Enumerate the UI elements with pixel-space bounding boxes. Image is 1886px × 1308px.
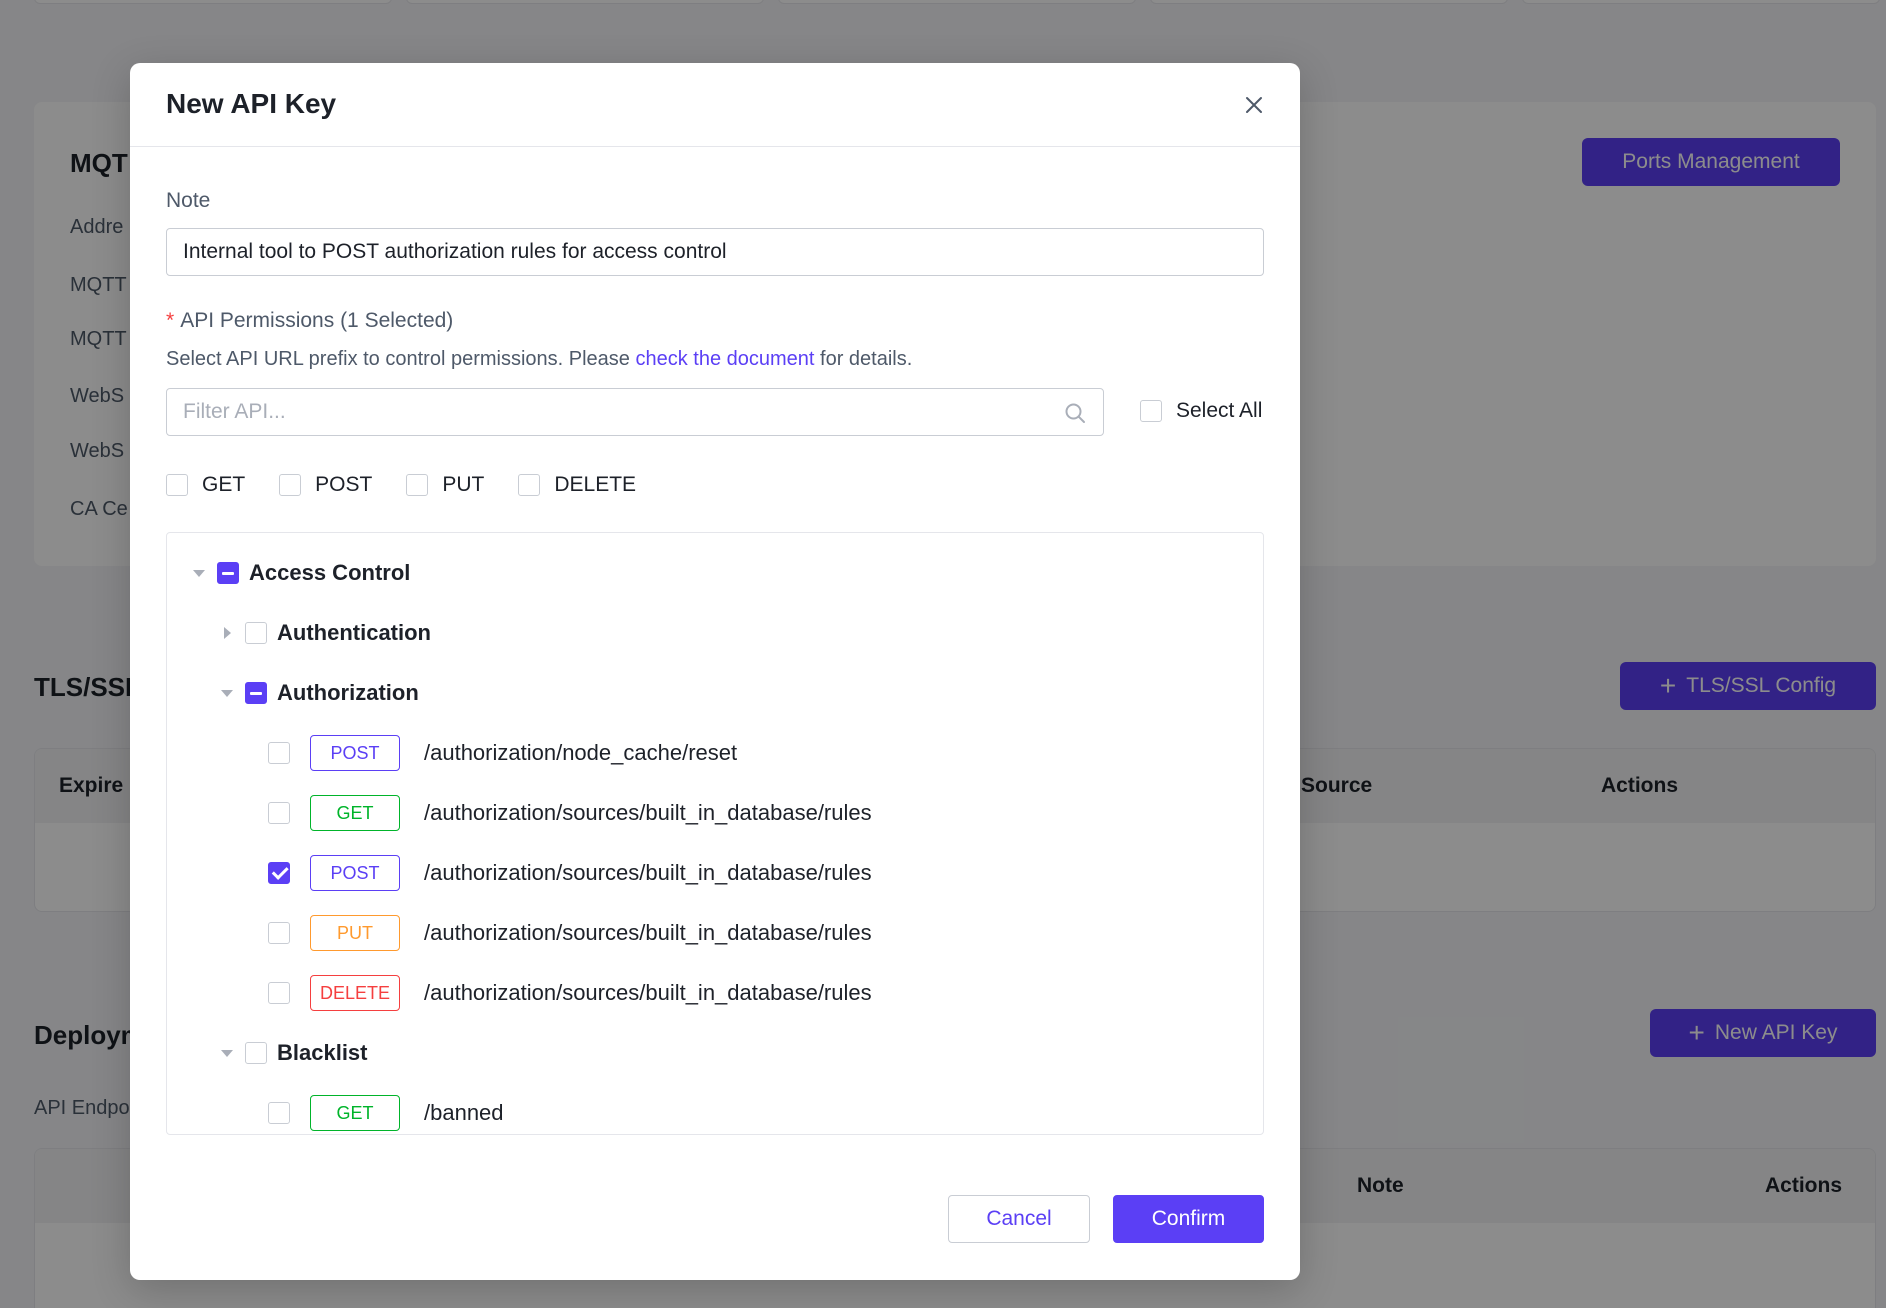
tree-leaf-api[interactable]: GET /authorization/sources/built_in_data…	[167, 793, 1263, 833]
api-permissions-text: API Permissions (1 Selected)	[180, 309, 454, 332]
tree-node-access-control[interactable]: Access Control	[167, 553, 1263, 593]
tree-node-authentication[interactable]: Authentication	[167, 613, 1263, 653]
method-filter-get-box[interactable]	[166, 474, 188, 496]
method-filter-get-label: GET	[202, 473, 246, 496]
filter-api-field	[166, 388, 1104, 436]
api-checkbox[interactable]	[268, 802, 290, 824]
required-mark: *	[166, 309, 175, 332]
tree-node-label: Authentication	[277, 620, 431, 645]
select-all-box[interactable]	[1140, 400, 1162, 422]
api-permissions-label: * API Permissions (1 Selected)	[166, 309, 453, 333]
close-icon	[1246, 97, 1262, 113]
caret-right-icon[interactable]	[215, 621, 239, 645]
caret-down-icon[interactable]	[215, 1041, 239, 1065]
permissions-help-text: Select API URL prefix to control permiss…	[166, 348, 912, 371]
method-filter-delete-box[interactable]	[518, 474, 541, 496]
caret-down-icon[interactable]	[215, 681, 239, 705]
new-api-key-dialog: New API Key Note *API Permissions (1 Sel…	[130, 63, 1300, 1280]
tree-node-label: Access Control	[249, 560, 411, 585]
method-tag-get: GET	[310, 795, 400, 831]
api-checkbox[interactable]	[268, 1102, 290, 1124]
method-filter-delete[interactable]: DELETE	[518, 473, 636, 497]
dialog-header: New API Key	[130, 63, 1300, 147]
api-path: /banned	[424, 1100, 504, 1125]
close-button[interactable]	[1238, 89, 1270, 121]
method-filter-put-box[interactable]	[406, 474, 429, 496]
method-filter-put[interactable]: PUT	[406, 473, 484, 497]
method-filter-get[interactable]: GET	[166, 473, 245, 497]
tree-node-label: Blacklist	[277, 1040, 368, 1065]
api-permission-tree: Access Control Authentication Authorizat…	[166, 532, 1264, 1135]
tree-leaf-api[interactable]: PUT /authorization/sources/built_in_data…	[167, 913, 1263, 953]
tree-leaf-api[interactable]: POST /authorization/sources/built_in_dat…	[167, 853, 1263, 893]
api-path: /authorization/node_cache/reset	[424, 740, 738, 765]
api-path: /authorization/sources/built_in_database…	[424, 800, 872, 825]
blacklist-checkbox[interactable]	[245, 1042, 267, 1064]
method-filter-post[interactable]: POST	[279, 473, 372, 497]
help-prefix: Select API URL prefix to control permiss…	[166, 348, 636, 370]
method-filter-post-box[interactable]	[279, 474, 302, 496]
tree-leaf-api[interactable]: POST /authorization/node_cache/reset	[167, 733, 1263, 773]
api-path: /authorization/sources/built_in_database…	[424, 920, 872, 945]
method-filter-group: GET POST PUT DELETE	[166, 473, 670, 497]
api-checkbox[interactable]	[268, 742, 290, 764]
api-checkbox[interactable]	[268, 862, 290, 884]
api-path: /authorization/sources/built_in_database…	[424, 980, 872, 1005]
tree-node-authorization[interactable]: Authorization	[167, 673, 1263, 713]
method-tag-post: POST	[310, 855, 400, 891]
method-tag-put: PUT	[310, 915, 400, 951]
cancel-button[interactable]: Cancel	[948, 1195, 1090, 1243]
note-input[interactable]	[166, 228, 1264, 276]
dialog-title: New API Key	[166, 88, 337, 119]
caret-down-icon[interactable]	[187, 561, 211, 585]
select-all-label: Select All	[1176, 399, 1263, 422]
confirm-button[interactable]: Confirm	[1113, 1195, 1264, 1243]
select-all-checkbox[interactable]: Select All	[1140, 399, 1262, 423]
tree-node-label: Authorization	[277, 680, 419, 705]
check-document-link[interactable]: check the document	[635, 348, 814, 370]
method-tag-delete: DELETE	[310, 975, 400, 1011]
filter-api-input[interactable]	[167, 389, 1103, 435]
method-filter-post-label: POST	[315, 473, 373, 496]
api-checkbox[interactable]	[268, 982, 290, 1004]
note-label: Note	[166, 189, 211, 212]
method-tag-get: GET	[310, 1095, 400, 1131]
access-control-checkbox[interactable]	[217, 562, 239, 584]
method-filter-delete-label: DELETE	[554, 473, 637, 496]
api-checkbox[interactable]	[268, 922, 290, 944]
method-filter-put-label: PUT	[442, 473, 485, 496]
search-icon	[1065, 403, 1085, 423]
authentication-checkbox[interactable]	[245, 622, 267, 644]
tree-node-blacklist[interactable]: Blacklist	[167, 1033, 1263, 1073]
method-tag-post: POST	[310, 735, 400, 771]
help-suffix: for details.	[814, 348, 913, 370]
tree-leaf-api[interactable]: GET /banned	[167, 1093, 1263, 1133]
tree-leaf-api[interactable]: DELETE /authorization/sources/built_in_d…	[167, 973, 1263, 1013]
authorization-checkbox[interactable]	[245, 682, 267, 704]
api-path: /authorization/sources/built_in_database…	[424, 860, 872, 885]
